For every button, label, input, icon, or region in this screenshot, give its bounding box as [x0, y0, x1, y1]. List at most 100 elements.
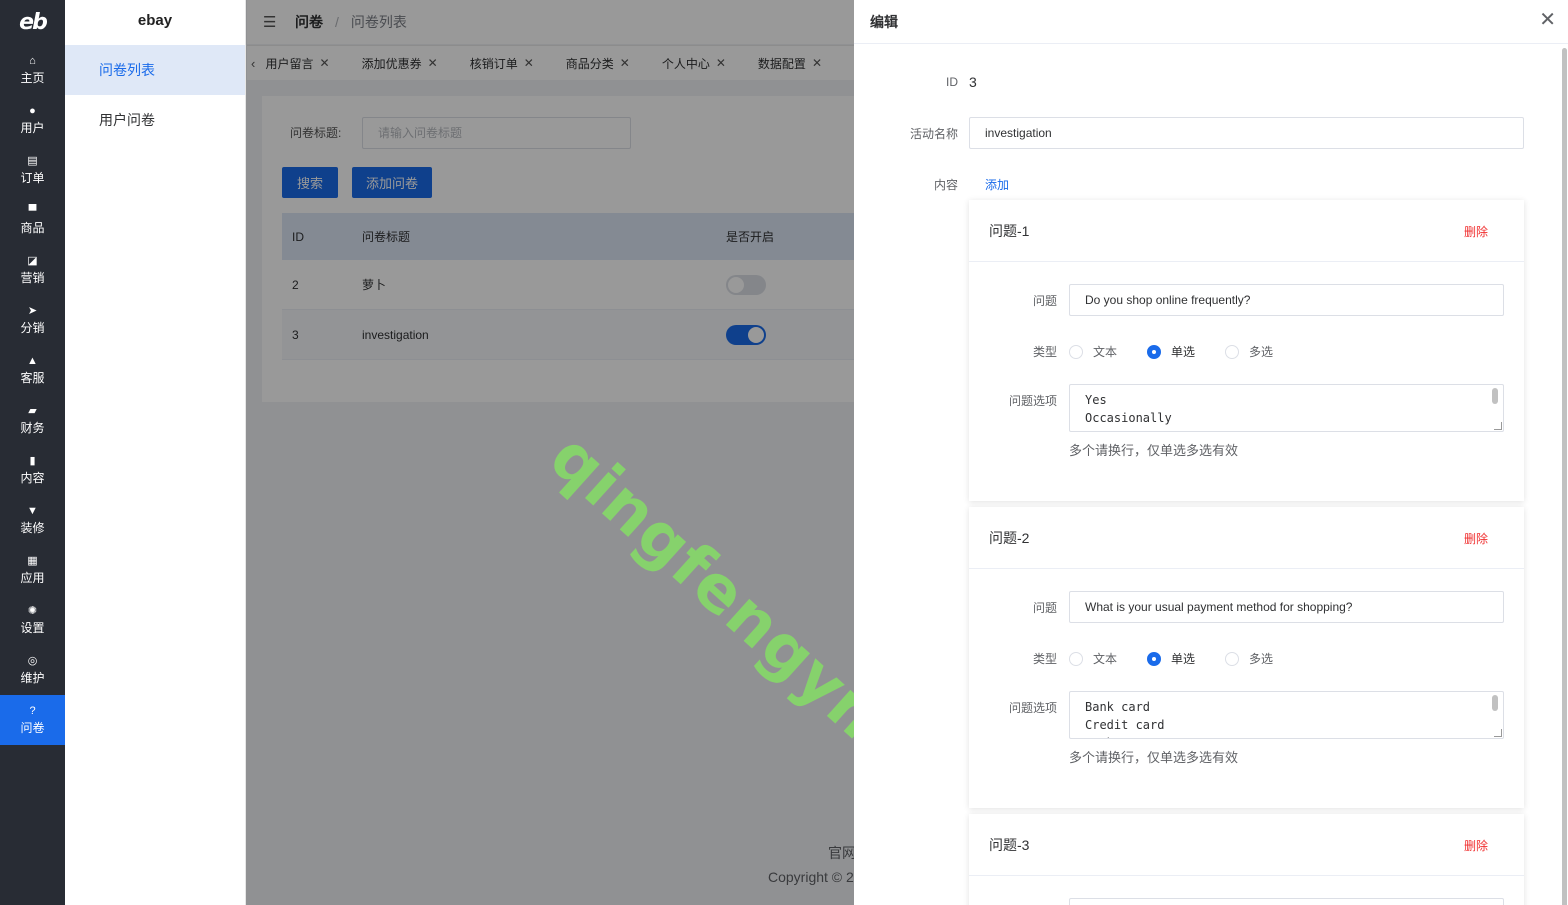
radio-single[interactable]: 单选	[1147, 343, 1195, 360]
rail-item-label: 装修	[20, 520, 45, 535]
rail-item-label: 维护	[20, 670, 45, 685]
activity-name-input[interactable]	[969, 117, 1524, 149]
rail-item-label: 内容	[20, 470, 45, 485]
delete-question-button[interactable]: 删除	[1464, 530, 1488, 547]
delete-question-button[interactable]: 删除	[1464, 223, 1488, 240]
type-radio-group: 文本 单选 多选	[1069, 343, 1303, 360]
question-label: 问题	[1032, 601, 1057, 615]
rail-item-home[interactable]: ⌂ 主页	[0, 45, 65, 95]
radio-label: 文本	[1093, 345, 1118, 359]
options-textarea[interactable]: Bank card Credit card Cash	[1069, 691, 1504, 739]
type-label: 类型	[1032, 652, 1057, 666]
finance-icon: ▰	[28, 404, 37, 417]
marketing-icon: ◪	[27, 254, 38, 267]
rail-item-maintain[interactable]: ◎ 维护	[0, 645, 65, 695]
edit-drawer: 编辑 ✕ ID 3 活动名称 内容 添加 问题-1 删除 问题 类型 文本 单选…	[854, 0, 1568, 905]
subnav-item-survey-list[interactable]: 问卷列表	[65, 45, 245, 95]
radio-multiple[interactable]: 多选	[1225, 650, 1273, 667]
question-card: 问题-3 删除	[969, 814, 1524, 905]
rail-item-distribution[interactable]: ➤ 分销	[0, 295, 65, 345]
radio-dot	[1225, 651, 1240, 666]
sub-sidebar: ebay 问卷列表 用户问卷	[65, 0, 246, 905]
question-header: 问题-2 删除	[969, 507, 1524, 569]
drawer-scrollbar[interactable]	[1560, 45, 1568, 905]
user-icon: ●	[29, 104, 36, 117]
content-icon: ▮	[29, 454, 36, 467]
question-header: 问题-1 删除	[969, 200, 1524, 262]
options-label: 问题选项	[1008, 394, 1057, 408]
radio-dot	[1225, 344, 1240, 359]
radio-label: 多选	[1249, 652, 1274, 666]
drawer-title: 编辑	[870, 13, 898, 30]
radio-dot	[1147, 344, 1162, 359]
rail-item-label: 财务	[20, 420, 45, 435]
delete-question-button[interactable]: 删除	[1464, 837, 1488, 854]
question-card: 问题-1 删除 问题 类型 文本 单选 多选 问题选项 Yes Occasion…	[969, 200, 1524, 501]
question-input[interactable]	[1069, 284, 1504, 316]
rail-item-apps[interactable]: ▦ 应用	[0, 545, 65, 595]
app-logo[interactable]: eb	[0, 0, 65, 45]
subnav-title: ebay	[137, 12, 173, 29]
radio-label: 单选	[1171, 652, 1196, 666]
radio-dot	[1147, 651, 1162, 666]
rail-item-label: 营销	[20, 270, 45, 285]
options-label: 问题选项	[1008, 701, 1057, 715]
home-icon: ⌂	[29, 54, 36, 67]
type-label: 类型	[1032, 345, 1057, 359]
options-hint: 多个请换行，仅单选多选有效	[1069, 443, 1239, 458]
rail-item-settings[interactable]: ✺ 设置	[0, 595, 65, 645]
question-label: 问题	[1032, 294, 1057, 308]
id-label: ID	[946, 75, 958, 89]
radio-dot	[1069, 344, 1083, 359]
radio-text[interactable]: 文本	[1069, 343, 1117, 360]
drawer-header: 编辑	[854, 0, 1568, 44]
rail-item-label: 设置	[20, 620, 45, 635]
logo-mark: eb	[19, 9, 48, 35]
options-textarea[interactable]: Yes Occasionally Never	[1069, 384, 1504, 432]
survey-icon: ?	[29, 704, 36, 717]
rail-item-marketing[interactable]: ◪ 营销	[0, 245, 65, 295]
radio-text[interactable]: 文本	[1069, 650, 1117, 667]
add-question-link[interactable]: 添加	[985, 176, 1009, 193]
rail-item-label: 主页	[20, 70, 45, 85]
rail-item-label: 订单	[20, 170, 45, 185]
rail-item-user[interactable]: ● 用户	[0, 95, 65, 145]
rail-item-content[interactable]: ▮ 内容	[0, 445, 65, 495]
rail-item-label: 客服	[20, 370, 45, 385]
apps-icon: ▦	[27, 554, 38, 567]
question-card: 问题-2 删除 问题 类型 文本 单选 多选 问题选项 Bank card Cr…	[969, 507, 1524, 808]
rail-item-goods[interactable]: ▀ 商品	[0, 195, 65, 245]
rail-item-label: 分销	[20, 320, 45, 335]
radio-single[interactable]: 单选	[1147, 650, 1195, 667]
distribution-icon: ➤	[27, 304, 38, 317]
rail-item-label: 问卷	[20, 720, 45, 735]
radio-multiple[interactable]: 多选	[1225, 343, 1273, 360]
radio-dot	[1069, 651, 1083, 666]
main-nav-rail: eb ⌂ 主页 ● 用户 ▤ 订单 ▀ 商品 ◪ 营销 ➤ 分销 ▲ 客服 ▰ 财务 ▮ 内容 ▼ 装修 ▦ 应用 ✺ 设置 ◎…	[0, 0, 65, 905]
radio-label: 多选	[1249, 345, 1274, 359]
rail-item-order[interactable]: ▤ 订单	[0, 145, 65, 195]
radio-label: 单选	[1171, 345, 1196, 359]
close-icon[interactable]: ✕	[1539, 10, 1556, 30]
content-label: 内容	[933, 178, 958, 192]
drawer-mask[interactable]	[246, 0, 854, 905]
decorate-icon: ▼	[27, 504, 38, 517]
rail-item-survey[interactable]: ? 问卷	[0, 695, 65, 745]
rail-item-label: 用户	[20, 120, 45, 135]
question-input[interactable]	[1069, 591, 1504, 623]
activity-name-label: 活动名称	[909, 127, 958, 141]
rail-item-decorate[interactable]: ▼ 装修	[0, 495, 65, 545]
id-value: 3	[969, 74, 977, 90]
options-hint: 多个请换行，仅单选多选有效	[1069, 750, 1239, 765]
maintain-icon: ◎	[27, 654, 38, 667]
rail-item-finance[interactable]: ▰ 财务	[0, 395, 65, 445]
scrollbar-thumb[interactable]	[1562, 48, 1567, 905]
service-icon: ▲	[27, 354, 38, 367]
type-radio-group: 文本 单选 多选	[1069, 650, 1303, 667]
radio-label: 文本	[1093, 652, 1118, 666]
goods-icon: ▀	[28, 204, 37, 217]
subnav-item-user-survey[interactable]: 用户问卷	[65, 95, 245, 145]
question-input[interactable]	[1069, 898, 1504, 905]
question-title: 问题-1	[989, 222, 1030, 239]
rail-item-service[interactable]: ▲ 客服	[0, 345, 65, 395]
